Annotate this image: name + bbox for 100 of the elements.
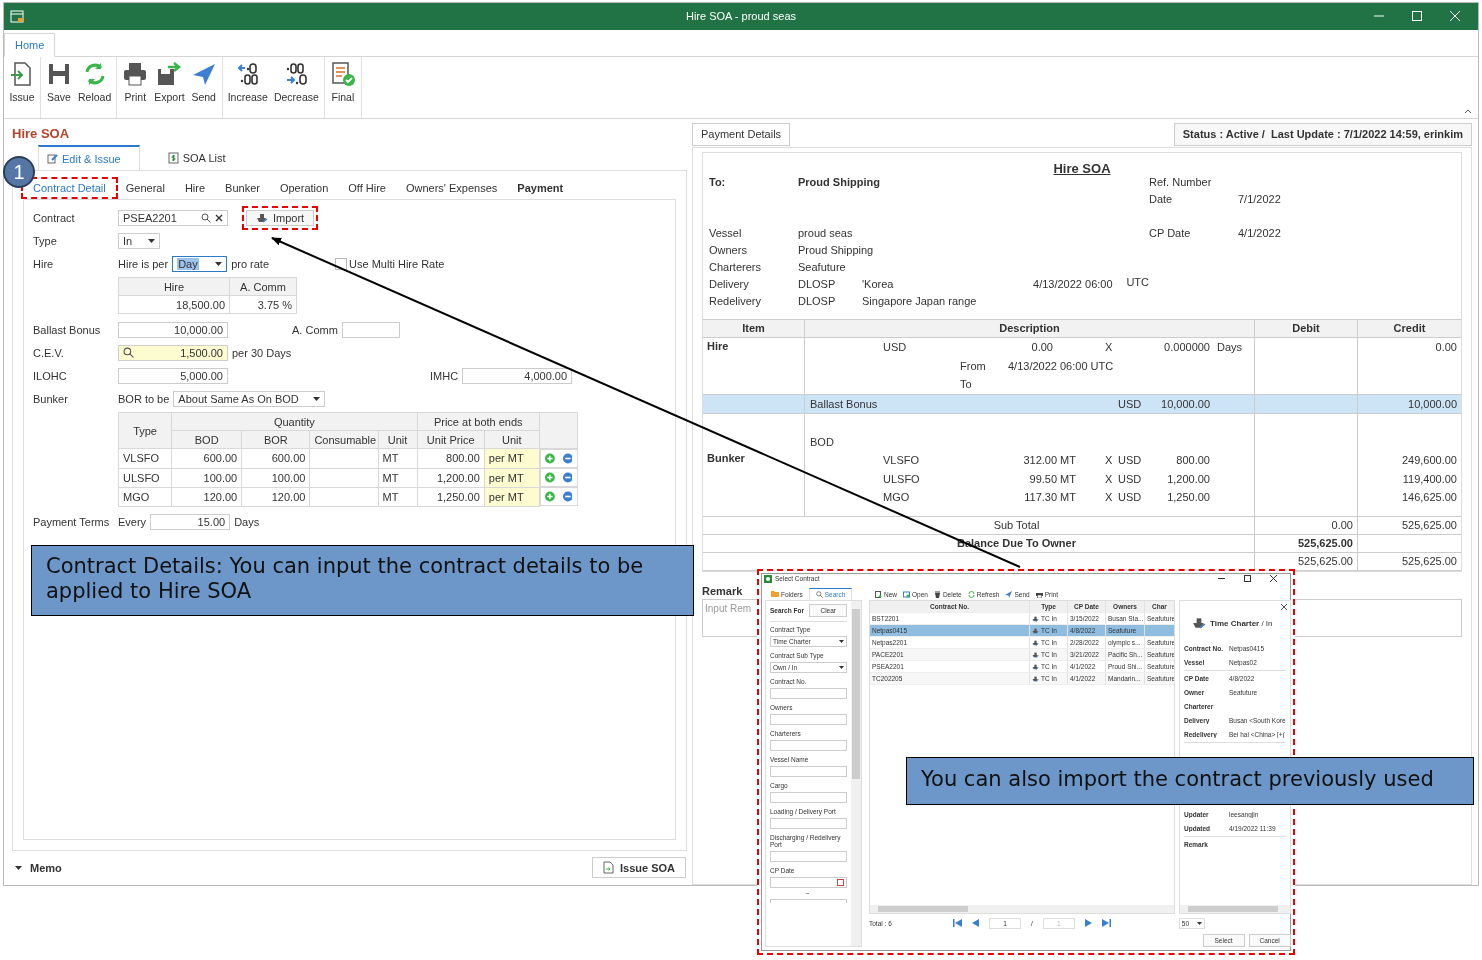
close-icon[interactable] — [1270, 575, 1277, 582]
tab[interactable]: SOA List — [139, 145, 244, 170]
bor-dropdown[interactable]: About Same As On BOD — [173, 390, 326, 407]
tab[interactable]: Edit & Issue — [38, 145, 140, 170]
ribbon-button[interactable]: Send — [188, 60, 219, 118]
ballast-bonus-field[interactable]: 10,000.00 — [118, 321, 228, 338]
payment-details-button[interactable]: Payment Details — [692, 123, 791, 146]
currency-text: USD — [1118, 472, 1143, 485]
add-icon[interactable] — [544, 491, 555, 502]
search-icon[interactable] — [201, 212, 211, 223]
filter-field[interactable] — [770, 851, 847, 862]
table-cell[interactable]: 100.00 — [171, 468, 242, 487]
caret-icon — [839, 640, 844, 643]
checkbox[interactable] — [335, 257, 348, 270]
next-page-icon[interactable] — [1084, 919, 1092, 927]
table-cell[interactable]: 3.75 % — [229, 295, 297, 314]
amount-text: 1,250.00 — [1166, 491, 1210, 504]
table-cell[interactable]: ULSFO — [118, 468, 172, 487]
tab[interactable]: Owners' Expenses — [395, 179, 508, 197]
ribbon-button[interactable]: Increase — [225, 60, 270, 118]
search-icon[interactable] — [123, 347, 134, 358]
imhc-field[interactable]: 4,000.00 — [462, 367, 573, 384]
ribbon-button[interactable]: Decrease — [271, 60, 321, 118]
multiply-sign: X — [1105, 472, 1114, 485]
table-cell[interactable]: VLSFO — [118, 448, 172, 468]
payment-terms-field[interactable]: 15.00 — [150, 514, 231, 530]
last-page-icon[interactable] — [1101, 919, 1111, 927]
remove-icon[interactable] — [562, 472, 573, 483]
tab[interactable]: Hire — [174, 179, 216, 197]
field-label: Days — [234, 516, 260, 528]
amount-text: 0.00 — [1331, 518, 1353, 531]
fuel-text: MGO — [883, 491, 911, 504]
contract-field[interactable]: PSEA2201 — [118, 209, 228, 226]
field-label: Charterers — [709, 261, 762, 274]
table-cell[interactable]: 600.00 — [241, 448, 310, 468]
table-cell[interactable]: 18,500.00 — [118, 295, 230, 314]
filter-field[interactable] — [770, 740, 847, 751]
close-icon[interactable] — [1280, 604, 1287, 610]
column-header: Description — [805, 320, 1255, 337]
ribbon-button[interactable]: Save — [44, 60, 74, 118]
field-label: Hire is per — [118, 257, 169, 270]
import-button[interactable]: Import — [242, 205, 319, 230]
ribbon-tab[interactable]: Home — [4, 32, 56, 57]
table-cell[interactable]: 600.00 — [171, 448, 242, 468]
table-cell[interactable]: MT — [378, 468, 418, 487]
rate-unit-dropdown[interactable]: Day — [172, 255, 228, 272]
remove-icon[interactable] — [562, 491, 573, 502]
collapse-icon[interactable] — [1464, 108, 1472, 114]
remove-icon[interactable] — [562, 453, 573, 464]
table-cell[interactable]: 120.00 — [241, 487, 310, 506]
ribbon-button[interactable]: Export — [152, 60, 187, 118]
ribbon-button[interactable]: Reload — [76, 60, 114, 118]
filter-field[interactable] — [770, 688, 847, 699]
type-dropdown[interactable]: In — [118, 232, 160, 249]
cev-field[interactable]: 1,500.00 — [118, 344, 228, 361]
table-cell[interactable]: 800.00 — [417, 448, 485, 468]
tab[interactable]: Payment — [507, 179, 574, 197]
ribbon-button[interactable]: Print — [120, 60, 151, 118]
maximize-icon[interactable] — [1244, 575, 1251, 582]
tab[interactable]: Bunker — [215, 179, 270, 197]
multiply-sign: X — [1105, 491, 1114, 504]
scrollbar[interactable] — [851, 601, 861, 946]
issue-soa-button[interactable]: Issue SOA — [591, 857, 686, 878]
commission-field[interactable] — [341, 321, 400, 338]
field-label: To: — [709, 176, 727, 190]
ribbon-button[interactable]: Final — [327, 60, 358, 118]
table-cell[interactable]: 120.00 — [171, 487, 242, 506]
clear-icon[interactable] — [215, 213, 223, 222]
ilohc-field[interactable]: 5,000.00 — [118, 367, 228, 384]
add-icon[interactable] — [544, 453, 555, 464]
table-cell[interactable]: 100.00 — [241, 468, 310, 487]
field-value: 4/13/2022 06:00 — [1033, 278, 1114, 291]
tab[interactable]: Off Hire — [338, 179, 396, 197]
previous-page-icon[interactable] — [972, 919, 979, 927]
filter-field[interactable] — [770, 766, 847, 777]
add-icon[interactable] — [544, 472, 555, 483]
amount-text: 0.00 — [1435, 341, 1457, 354]
minimize-icon[interactable] — [1218, 575, 1225, 582]
refresh-icon — [967, 590, 975, 598]
caret-icon — [148, 238, 155, 243]
field-label: IMHC — [430, 369, 459, 382]
first-page-icon[interactable] — [953, 919, 962, 927]
scrollbar[interactable] — [1180, 905, 1290, 913]
scrollbar[interactable] — [870, 905, 1174, 913]
field-label: Bunker — [33, 392, 69, 405]
table-cell[interactable]: 1,200.00 — [417, 468, 485, 487]
ribbon-button[interactable]: Issue — [7, 60, 37, 118]
memo-toggle[interactable]: Memo — [15, 861, 62, 874]
table-cell[interactable]: MT — [378, 448, 418, 468]
filter-field[interactable] — [770, 714, 847, 725]
filter-field[interactable] — [770, 792, 847, 803]
filter-field[interactable] — [770, 818, 847, 829]
date-field[interactable] — [770, 877, 847, 888]
date-field[interactable] — [770, 899, 847, 903]
table-cell[interactable]: 1,250.00 — [417, 487, 485, 506]
table-cell[interactable]: MGO — [118, 487, 172, 506]
tab[interactable]: General — [115, 179, 175, 197]
amount-text: 146,625.00 — [1401, 491, 1457, 504]
table-cell[interactable]: MT — [378, 487, 418, 506]
tab[interactable]: Operation — [269, 179, 339, 197]
